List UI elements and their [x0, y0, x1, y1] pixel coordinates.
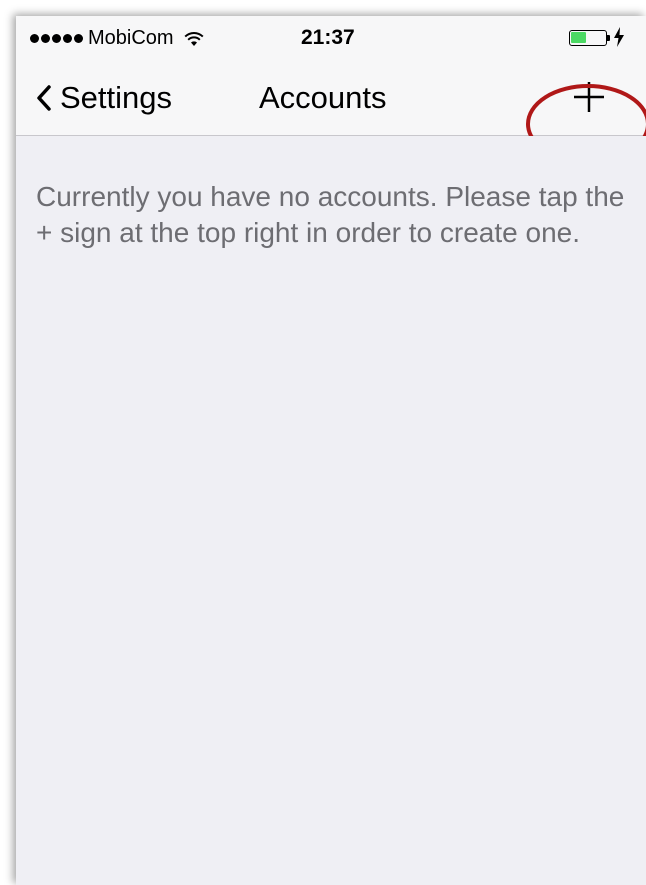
- screenshot-frame: MobiCom 21:37 Settings Accounts Currentl…: [0, 0, 646, 885]
- add-account-button[interactable]: [572, 80, 606, 114]
- battery-icon: [569, 30, 607, 46]
- battery-level-fill: [571, 32, 586, 43]
- chevron-left-icon: [37, 85, 51, 111]
- navigation-bar: Settings Accounts: [16, 60, 646, 164]
- accounts-content: Currently you have no accounts. Please t…: [16, 136, 646, 885]
- plus-icon: [574, 82, 604, 112]
- back-button[interactable]: Settings: [36, 78, 172, 118]
- charging-bolt-icon: [614, 27, 624, 47]
- back-button-label: Settings: [60, 80, 173, 115]
- empty-state-message: Currently you have no accounts. Please t…: [36, 181, 625, 248]
- carrier-info: MobiCom: [30, 27, 204, 50]
- status-bar: MobiCom 21:37: [16, 16, 646, 60]
- carrier-name: MobiCom: [88, 27, 174, 49]
- wifi-icon: [184, 31, 204, 46]
- status-time: 21:37: [301, 26, 355, 49]
- phone-screen: MobiCom 21:37 Settings Accounts Currentl…: [16, 16, 646, 885]
- page-title: Accounts: [259, 80, 387, 115]
- signal-strength-icon: [30, 34, 83, 43]
- battery-cap: [607, 35, 610, 41]
